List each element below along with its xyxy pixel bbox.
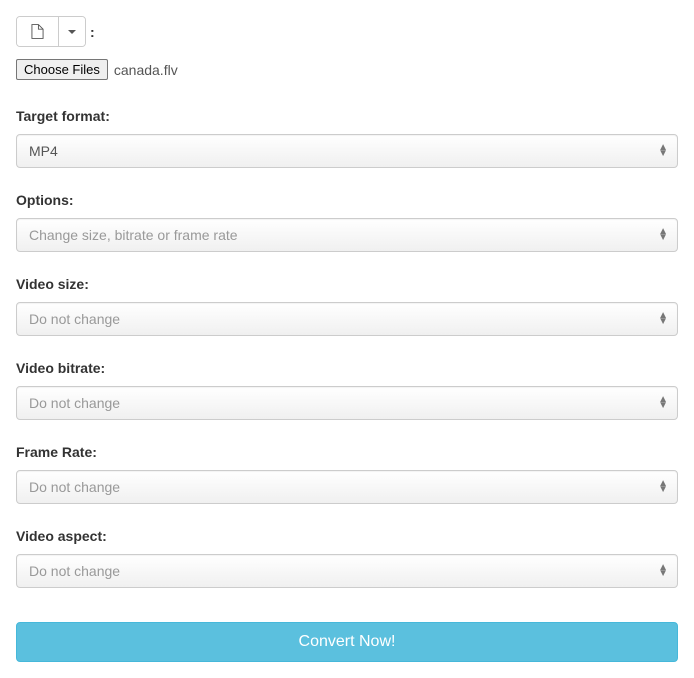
video-size-value: Do not change: [29, 309, 120, 329]
video-size-select-wrap: Do not change ▲▼: [16, 302, 678, 336]
video-size-select[interactable]: Do not change: [16, 302, 678, 336]
target-format-select-wrap: MP4 ▲▼: [16, 134, 678, 168]
options-label: Options:: [16, 192, 678, 208]
frame-rate-select-wrap: Do not change ▲▼: [16, 470, 678, 504]
video-aspect-select[interactable]: Do not change: [16, 554, 678, 588]
video-bitrate-label: Video bitrate:: [16, 360, 678, 376]
file-button-group: [16, 16, 86, 47]
convert-now-button[interactable]: Convert Now!: [16, 622, 678, 662]
video-aspect-group: Video aspect: Do not change ▲▼: [16, 528, 678, 588]
frame-rate-label: Frame Rate:: [16, 444, 678, 460]
top-button-row: :: [16, 16, 678, 47]
file-icon: [31, 24, 44, 39]
new-file-button[interactable]: [17, 17, 58, 46]
video-aspect-value: Do not change: [29, 561, 120, 581]
target-format-select[interactable]: MP4: [16, 134, 678, 168]
options-select[interactable]: Change size, bitrate or frame rate: [16, 218, 678, 252]
target-format-group: Target format: MP4 ▲▼: [16, 108, 678, 168]
video-bitrate-select[interactable]: Do not change: [16, 386, 678, 420]
options-select-wrap: Change size, bitrate or frame rate ▲▼: [16, 218, 678, 252]
frame-rate-select[interactable]: Do not change: [16, 470, 678, 504]
video-size-label: Video size:: [16, 276, 678, 292]
target-format-value: MP4: [29, 141, 58, 161]
choose-files-button[interactable]: Choose Files: [16, 59, 108, 80]
caret-down-icon: [68, 30, 76, 34]
frame-rate-value: Do not change: [29, 477, 120, 497]
file-dropdown-toggle[interactable]: [58, 17, 85, 46]
video-bitrate-select-wrap: Do not change ▲▼: [16, 386, 678, 420]
video-aspect-select-wrap: Do not change ▲▼: [16, 554, 678, 588]
selected-file-name: canada.flv: [114, 62, 178, 78]
target-format-label: Target format:: [16, 108, 678, 124]
file-chooser-row: Choose Files canada.flv: [16, 59, 678, 80]
options-value: Change size, bitrate or frame rate: [29, 225, 238, 245]
video-bitrate-value: Do not change: [29, 393, 120, 413]
options-group: Options: Change size, bitrate or frame r…: [16, 192, 678, 252]
video-aspect-label: Video aspect:: [16, 528, 678, 544]
top-row-colon: :: [90, 24, 95, 40]
video-size-group: Video size: Do not change ▲▼: [16, 276, 678, 336]
frame-rate-group: Frame Rate: Do not change ▲▼: [16, 444, 678, 504]
video-bitrate-group: Video bitrate: Do not change ▲▼: [16, 360, 678, 420]
